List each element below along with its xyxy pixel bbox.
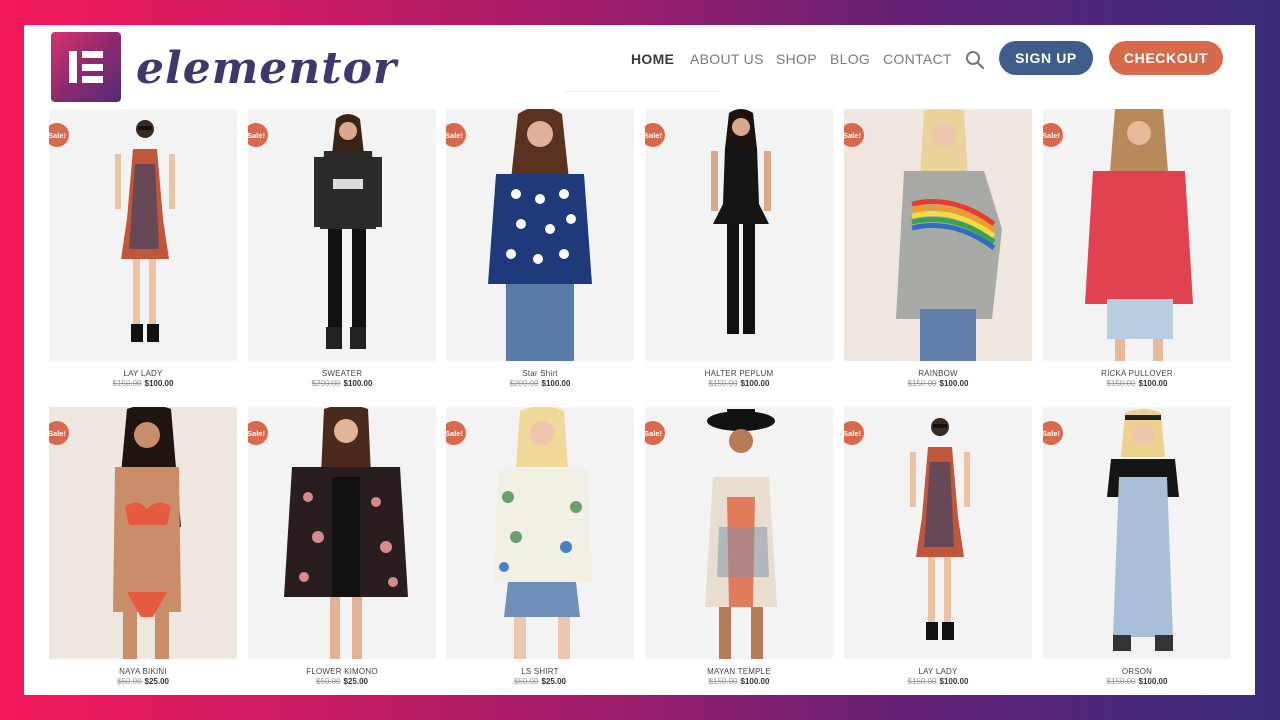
- product-price: $150.00 $100.00: [844, 379, 1032, 389]
- product-image[interactable]: Sale!: [1043, 109, 1231, 361]
- product-image[interactable]: Sale!: [49, 109, 237, 361]
- product-card[interactable]: Sale! SWEATER $200.00 $100.00: [248, 109, 436, 389]
- nav-divider: [564, 91, 719, 92]
- sale-price: $100.00: [939, 677, 969, 686]
- product-price: $150.00 $100.00: [1043, 379, 1231, 389]
- sale-price: $100.00: [740, 379, 770, 388]
- product-name[interactable]: FLOWER KIMONO: [248, 667, 436, 677]
- original-price: $50.00: [316, 677, 341, 686]
- nav-item-about-us[interactable]: ABOUT US: [690, 49, 764, 69]
- sale-price: $100.00: [541, 379, 571, 388]
- product-name[interactable]: LAY LADY: [49, 369, 237, 379]
- product-card[interactable]: Sale! ORSON $150.00 $100.00: [1043, 407, 1231, 687]
- nav-item-blog[interactable]: BLOG: [830, 49, 870, 69]
- original-price: $50.00: [117, 677, 142, 686]
- nav-item-home[interactable]: HOME: [631, 49, 674, 69]
- product-card[interactable]: Sale! LS SHIRT $50.00 $25.00: [446, 407, 634, 687]
- product-image[interactable]: Sale!: [645, 109, 833, 361]
- product-card[interactable]: Sale! RAINBOW $150.00 $100.00: [844, 109, 1032, 389]
- product-price: $150.00 $100.00: [1043, 677, 1231, 687]
- original-price: $150.00: [708, 379, 738, 388]
- product-name[interactable]: RAINBOW: [844, 369, 1032, 379]
- product-card[interactable]: Sale! RICKA PULLOVER $150.00 $100.00: [1043, 109, 1231, 389]
- product-image[interactable]: Sale!: [248, 407, 436, 659]
- product-price: $150.00 $100.00: [645, 677, 833, 687]
- product-name[interactable]: LS SHIRT: [446, 667, 634, 677]
- product-name[interactable]: LAY LADY: [844, 667, 1032, 677]
- sale-price: $100.00: [144, 379, 174, 388]
- product-price: $50.00 $25.00: [446, 677, 634, 687]
- nav-item-contact[interactable]: CONTACT: [883, 49, 952, 69]
- product-price: $200.00 $100.00: [248, 379, 436, 389]
- elementor-logo-icon[interactable]: [51, 32, 121, 102]
- original-price: $150.00: [708, 677, 738, 686]
- sale-price: $100.00: [939, 379, 969, 388]
- product-card[interactable]: Sale! HALTER PEPLUM $150.00 $100.00: [645, 109, 833, 389]
- sign-up-button[interactable]: SIGN UP: [999, 41, 1093, 75]
- product-image[interactable]: Sale!: [446, 407, 634, 659]
- product-price: $50.00 $25.00: [248, 677, 436, 687]
- product-price: $150.00 $100.00: [645, 379, 833, 389]
- sale-price: $100.00: [740, 677, 770, 686]
- nav-item-shop[interactable]: SHOP: [776, 49, 817, 69]
- brand-wordmark[interactable]: elementor: [136, 39, 397, 99]
- original-price: $150.00: [907, 677, 937, 686]
- product-image[interactable]: Sale!: [49, 407, 237, 659]
- sale-price: $100.00: [343, 379, 373, 388]
- original-price: $150.00: [1106, 677, 1136, 686]
- product-name[interactable]: Star Shirt: [446, 369, 634, 379]
- product-price: $200.00 $100.00: [446, 379, 634, 389]
- product-card[interactable]: Sale! Star Shirt $200.00 $100.00: [446, 109, 634, 389]
- product-image[interactable]: Sale!: [446, 109, 634, 361]
- original-price: $50.00: [514, 677, 539, 686]
- sale-price: $100.00: [1138, 379, 1168, 388]
- sale-price: $25.00: [144, 677, 169, 686]
- product-card[interactable]: Sale! LAY LADY $150.00 $100.00: [49, 109, 237, 389]
- product-name[interactable]: RICKA PULLOVER: [1043, 369, 1231, 379]
- product-name[interactable]: MAYAN TEMPLE: [645, 667, 833, 677]
- original-price: $200.00: [509, 379, 539, 388]
- original-price: $150.00: [907, 379, 937, 388]
- product-card[interactable]: Sale! MAYAN TEMPLE $150.00 $100.00: [645, 407, 833, 687]
- product-name[interactable]: NAYA BIKINI: [49, 667, 237, 677]
- original-price: $150.00: [1106, 379, 1136, 388]
- sale-price: $100.00: [1138, 677, 1168, 686]
- product-price: $150.00 $100.00: [844, 677, 1032, 687]
- product-name[interactable]: SWEATER: [248, 369, 436, 379]
- product-image[interactable]: Sale!: [248, 109, 436, 361]
- sale-price: $25.00: [541, 677, 566, 686]
- product-image[interactable]: Sale!: [645, 407, 833, 659]
- sale-price: $25.00: [343, 677, 368, 686]
- product-name[interactable]: HALTER PEPLUM: [645, 369, 833, 379]
- search-icon[interactable]: [964, 49, 986, 71]
- product-name[interactable]: ORSON: [1043, 667, 1231, 677]
- product-image[interactable]: Sale!: [844, 407, 1032, 659]
- original-price: $200.00: [311, 379, 341, 388]
- original-price: $150.00: [112, 379, 142, 388]
- product-image[interactable]: Sale!: [844, 109, 1032, 361]
- product-image[interactable]: Sale!: [1043, 407, 1231, 659]
- product-card[interactable]: Sale! FLOWER KIMONO $50.00 $25.00: [248, 407, 436, 687]
- product-price: $50.00 $25.00: [49, 677, 237, 687]
- product-card[interactable]: Sale! NAYA BIKINI $50.00 $25.00: [49, 407, 237, 687]
- site-frame: elementor HOME ABOUT US SHOP BLOG CONTAC…: [24, 25, 1255, 695]
- product-card[interactable]: Sale! LAY LADY $150.00 $100.00: [844, 407, 1032, 687]
- product-price: $150.00 $100.00: [49, 379, 237, 389]
- checkout-button[interactable]: CHECKOUT: [1109, 41, 1223, 75]
